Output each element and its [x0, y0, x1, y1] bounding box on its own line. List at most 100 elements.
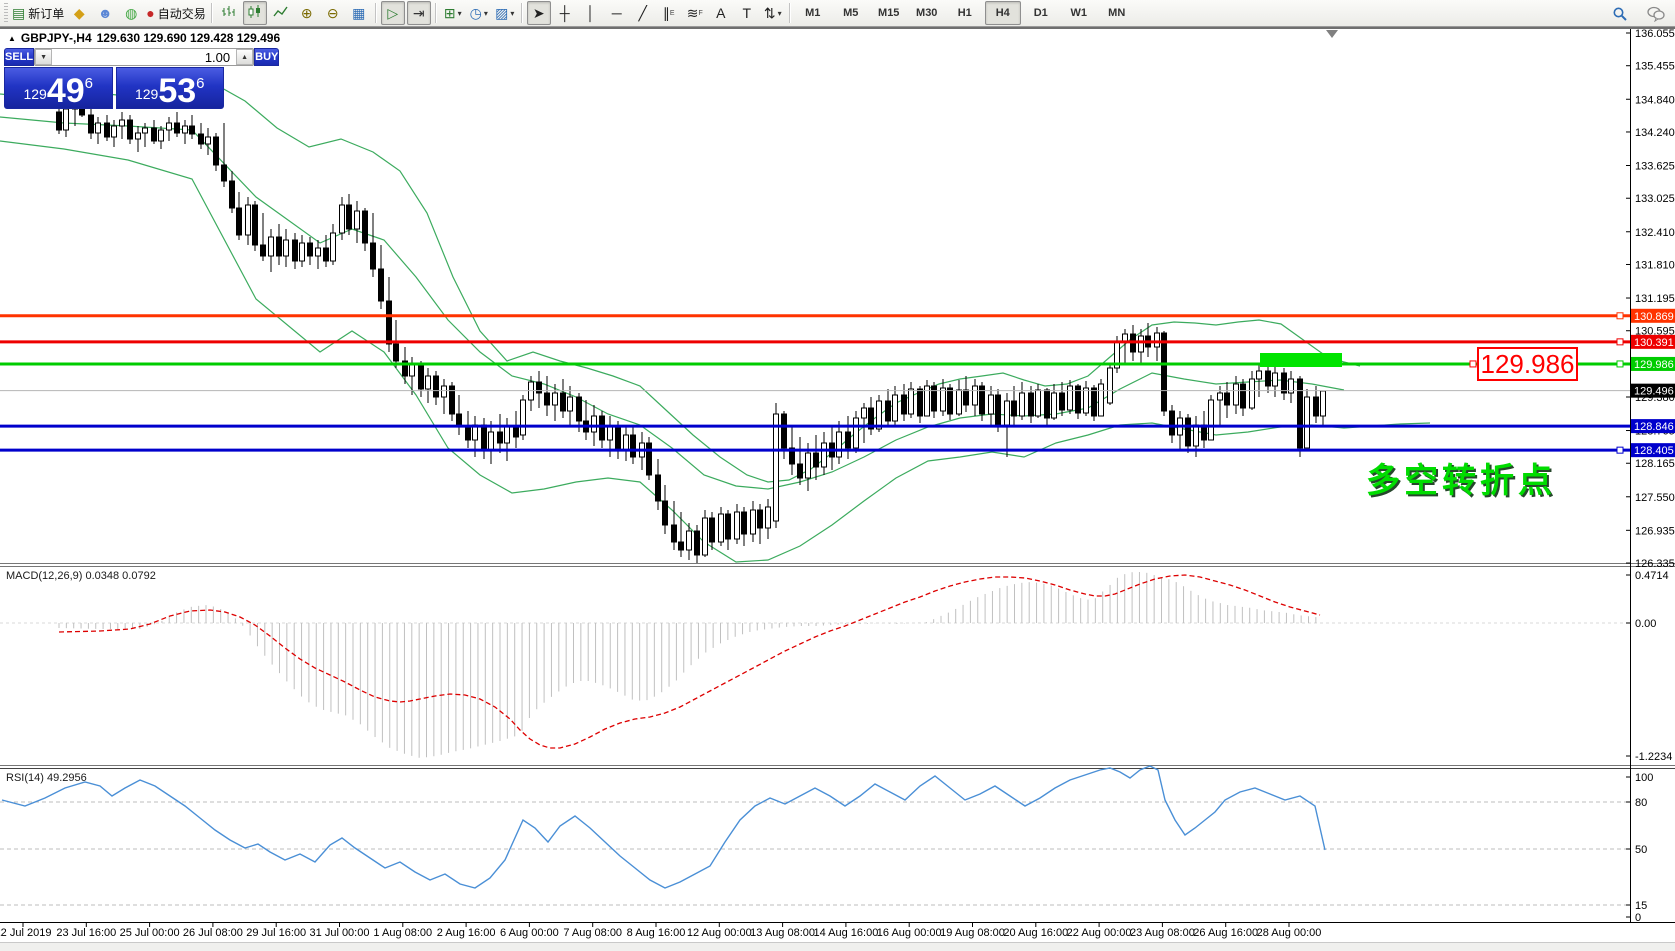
bar-chart-button[interactable] — [217, 1, 241, 25]
chevron-down-icon[interactable]: ▾ — [778, 9, 782, 18]
candle-body — [561, 393, 566, 411]
buy-button[interactable]: BUY — [254, 48, 279, 66]
sell-price-main: 49 — [47, 76, 85, 106]
signal-button[interactable]: ◍ — [119, 1, 143, 25]
chevron-down-icon[interactable]: ▾ — [484, 9, 488, 18]
candle-body — [932, 386, 937, 411]
new-order-icon: ▤ — [12, 5, 25, 22]
candle-body — [355, 211, 360, 229]
timeframe-m30[interactable]: M30 — [909, 1, 945, 25]
price-line-label-text: 128.846 — [1634, 421, 1674, 433]
candle-body — [537, 382, 542, 393]
timeframe-m15[interactable]: M15 — [871, 1, 907, 25]
candle-body — [1099, 384, 1104, 416]
chevron-down-icon[interactable]: ▾ — [458, 9, 462, 18]
horizontal-line-button[interactable]: ─ — [605, 1, 629, 25]
hline-anchor-square[interactable] — [1617, 447, 1623, 453]
time-axis-label: 20 Aug 16:00 — [1003, 927, 1068, 939]
candle-body — [1060, 393, 1065, 410]
market-watch-button[interactable]: ◆ — [67, 1, 91, 25]
candle-body — [136, 133, 141, 139]
volume-increase-button[interactable]: ▲ — [236, 49, 253, 65]
crosshair-button[interactable]: ┼ — [553, 1, 577, 25]
periods-button[interactable]: ◷▾ — [467, 1, 491, 25]
indicators-button[interactable]: ⊞▾ — [441, 1, 465, 25]
auto-scroll-button[interactable]: ▷ — [381, 1, 405, 25]
toolbar-drag-handle[interactable] — [4, 3, 8, 23]
signal-icon: ◍ — [125, 5, 137, 22]
chat-icon[interactable] — [1644, 2, 1668, 26]
sell-price-button[interactable]: 129 49 6 — [4, 67, 113, 109]
line-chart-button[interactable] — [269, 1, 293, 25]
new-order-button[interactable]: ▤新订单 — [11, 1, 65, 25]
community-button[interactable]: ☻ — [93, 1, 117, 25]
candle-body — [214, 137, 219, 165]
timeframe-m5[interactable]: M5 — [833, 1, 869, 25]
timeframe-d1[interactable]: D1 — [1023, 1, 1059, 25]
vertical-line-button[interactable]: │ — [579, 1, 603, 25]
candle-body — [742, 512, 747, 534]
candle-body — [316, 248, 321, 256]
candle-body — [284, 240, 289, 256]
chevron-down-icon[interactable]: ▾ — [510, 9, 514, 18]
collapse-triangle-icon[interactable]: ▲ — [8, 34, 16, 43]
trendline-button[interactable]: ╱ — [631, 1, 655, 25]
candle-body — [592, 416, 597, 432]
zoom-out-button[interactable]: ⊖ — [321, 1, 345, 25]
candle-body — [774, 414, 779, 521]
callout-anchor-square[interactable] — [1470, 361, 1476, 367]
tile-windows-button[interactable]: ▦ — [347, 1, 371, 25]
candle-body — [710, 518, 715, 542]
candle-body — [624, 435, 629, 450]
candle-body — [363, 211, 368, 243]
candle-body — [973, 386, 978, 405]
indicators-icon: ⊞ — [444, 5, 456, 22]
toolbar-separator — [521, 3, 523, 23]
candle-body — [1068, 386, 1073, 410]
highlight-rectangle[interactable] — [1260, 353, 1342, 367]
candle-body — [379, 269, 384, 301]
timeframe-h1[interactable]: H1 — [947, 1, 983, 25]
timeframe-w1[interactable]: W1 — [1061, 1, 1097, 25]
candlestick-chart-button[interactable] — [243, 1, 267, 25]
candle-body — [1162, 333, 1167, 411]
zoom-in-button[interactable]: ⊕ — [295, 1, 319, 25]
timeframe-m1[interactable]: M1 — [795, 1, 831, 25]
price-tick-label: 132.410 — [1635, 227, 1675, 239]
chart-annotation-text[interactable]: 多空转折点 — [1366, 453, 1556, 502]
templates-button[interactable]: ▨▾ — [493, 1, 517, 25]
chart-shift-button[interactable]: ⇥ — [407, 1, 431, 25]
trendline-icon: ╱ — [639, 5, 647, 22]
candle-body — [1225, 393, 1230, 405]
candle-body — [143, 128, 148, 133]
hline-anchor-square[interactable] — [1617, 361, 1623, 367]
text-label-button[interactable]: T — [735, 1, 759, 25]
fibonacci-button[interactable]: ≋F — [683, 1, 707, 25]
time-axis-label: 8 Aug 16:00 — [627, 927, 686, 939]
timeframe-h4[interactable]: H4 — [985, 1, 1021, 25]
hline-anchor-square[interactable] — [1617, 339, 1623, 345]
candle-body — [909, 389, 914, 414]
autotrading-button[interactable]: ●自动交易 — [145, 1, 206, 25]
time-axis-label: 23 Jul 16:00 — [56, 927, 116, 939]
volume-decrease-button[interactable]: ▼ — [35, 49, 52, 65]
cursor-button[interactable]: ➤ — [527, 1, 551, 25]
volume-input[interactable] — [52, 49, 236, 65]
hline-anchor-square[interactable] — [1617, 313, 1623, 319]
text-button[interactable]: A — [709, 1, 733, 25]
sell-button[interactable]: SELL — [4, 48, 34, 66]
chart-title: ▲ GBPJPY-,H4 129.630 129.690 129.428 129… — [8, 31, 280, 45]
price-callout-box[interactable]: 129.986 — [1477, 347, 1578, 381]
buy-price-button[interactable]: 129 53 6 — [116, 67, 225, 109]
zoom-in-icon: ⊕ — [301, 5, 313, 22]
channel-button[interactable]: ∥E — [657, 1, 681, 25]
price-line-label-text: 129.496 — [1634, 386, 1674, 398]
candle-body — [419, 365, 424, 389]
candle-body — [105, 123, 110, 137]
timeframe-mn[interactable]: MN — [1099, 1, 1135, 25]
candle-body — [324, 248, 329, 261]
time-axis-label: 19 Aug 08:00 — [940, 927, 1005, 939]
candle-body — [647, 443, 652, 475]
arrows-button[interactable]: ⇅▾ — [761, 1, 785, 25]
search-icon[interactable] — [1608, 2, 1632, 26]
